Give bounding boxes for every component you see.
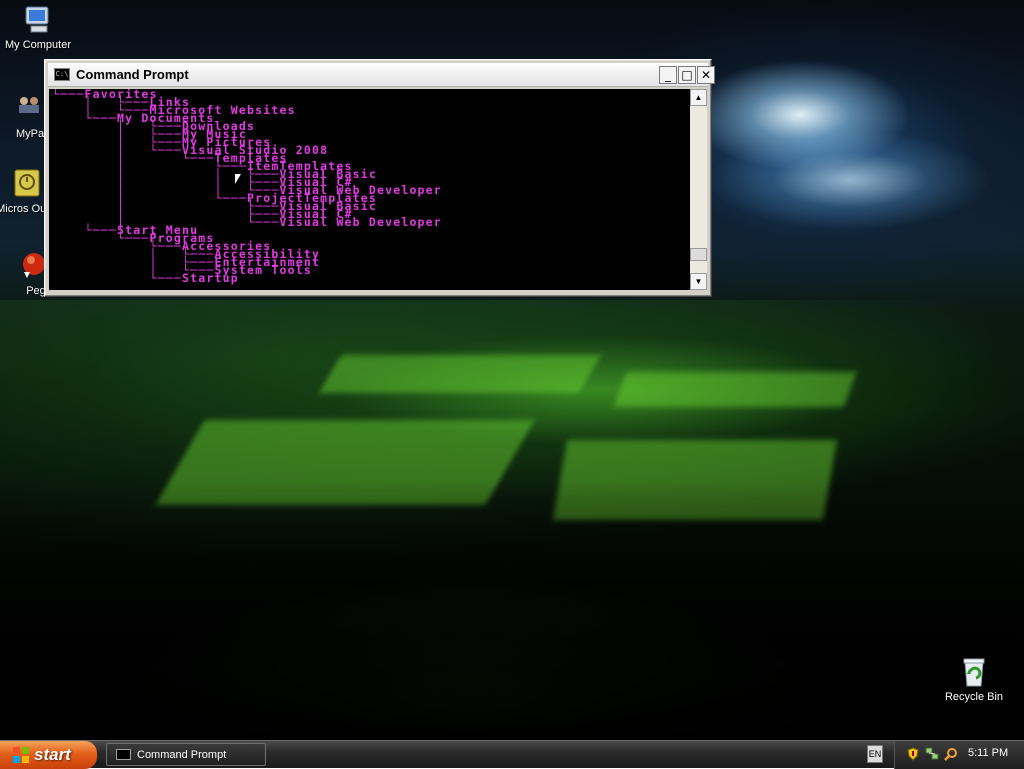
recycle-bin-icon <box>958 656 990 688</box>
foreground-shadow <box>0 480 1024 740</box>
window-pane-top-right <box>613 372 857 407</box>
windows-logo-icon <box>13 747 30 763</box>
start-label: start <box>34 745 71 764</box>
desktop-icon-my-computer[interactable]: My Computer <box>0 4 78 52</box>
security-shield-icon[interactable] <box>906 747 920 761</box>
taskbar-button-label: Command Prompt <box>137 749 227 761</box>
vertical-scrollbar[interactable]: ▲ ▼ <box>690 89 707 290</box>
maximize-button[interactable]: □ <box>678 66 696 84</box>
scroll-thumb[interactable] <box>690 248 707 261</box>
network-icon[interactable] <box>925 747 939 761</box>
console-output[interactable]: └───Favorites │ └───Links │ └───Microsof… <box>49 89 690 290</box>
language-indicator[interactable]: EN <box>867 745 883 763</box>
minimize-button[interactable]: _ <box>659 66 677 84</box>
taskbar: start Command Prompt EN 5:11 PM <box>0 740 1024 769</box>
search-icon[interactable] <box>944 747 958 761</box>
scroll-up-button[interactable]: ▲ <box>690 89 707 106</box>
scroll-down-button[interactable]: ▼ <box>690 273 707 290</box>
command-prompt-window[interactable]: C:\ Command Prompt _ □ ✕ └───Favorites │… <box>44 59 715 297</box>
mouse-cursor-icon <box>235 174 241 184</box>
computer-icon <box>22 4 54 36</box>
close-button[interactable]: ✕ <box>697 66 715 84</box>
taskbar-button-command-prompt[interactable]: Command Prompt <box>106 743 266 766</box>
desktop: My Computer MyPa Micros Outlo Peg Recycl… <box>0 0 1024 740</box>
title-bar[interactable]: C:\ Command Prompt _ □ ✕ <box>48 63 715 87</box>
cmd-icon <box>116 749 131 760</box>
start-button[interactable]: start <box>0 741 97 769</box>
desktop-icon-recycle-bin[interactable]: Recycle Bin <box>934 656 1014 704</box>
desktop-icon-label: My Computer <box>4 39 72 51</box>
window-title: Command Prompt <box>76 67 189 82</box>
outlook-icon <box>11 168 43 200</box>
window-pane-top-left <box>319 355 601 393</box>
desktop-icon-label: Recycle Bin <box>944 691 1004 703</box>
folder-people-icon <box>14 93 46 125</box>
console-text: └───Favorites │ └───Links │ └───Microsof… <box>52 89 442 285</box>
cmd-icon[interactable]: C:\ <box>54 68 70 81</box>
system-tray: 5:11 PM <box>894 741 1024 769</box>
clock[interactable]: 5:11 PM <box>968 747 1008 759</box>
